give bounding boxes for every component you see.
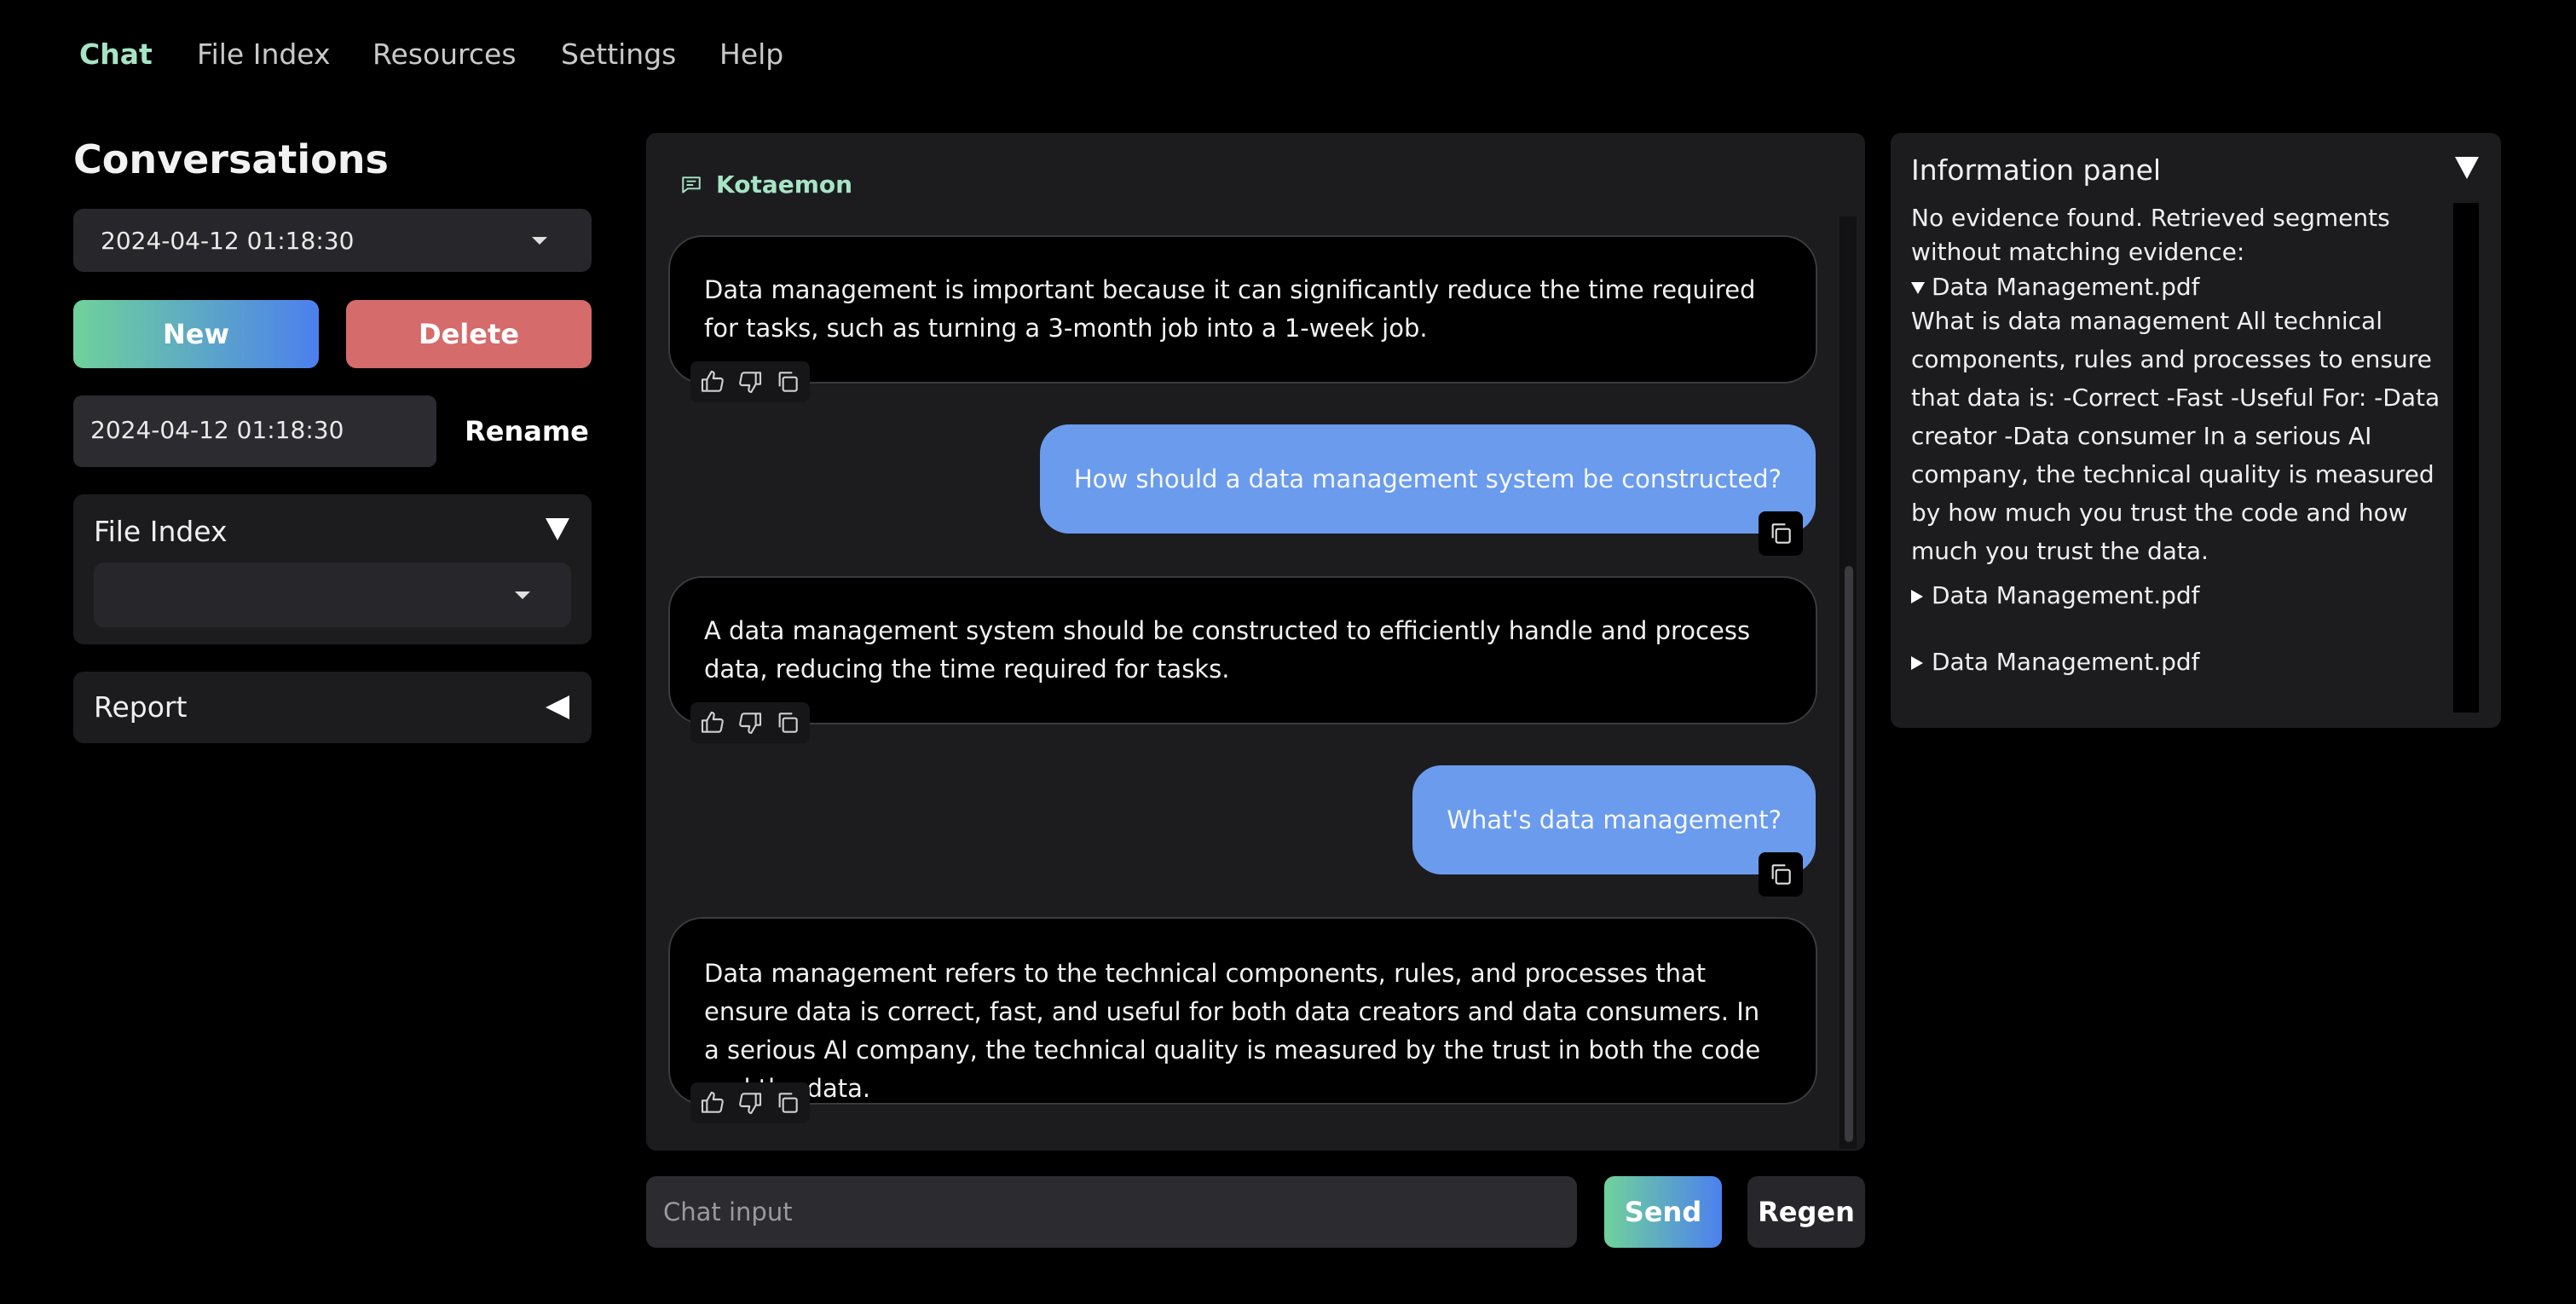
collapse-toggle-icon[interactable] (2455, 157, 2479, 179)
collapse-toggle-icon[interactable] (546, 518, 569, 540)
chevron-down-icon (515, 591, 530, 599)
user-message-text: How should a data management system be c… (1073, 464, 1782, 493)
rename-button[interactable]: Rename (459, 401, 595, 462)
chat-scrollbar-thumb[interactable] (1845, 566, 1853, 1142)
tab-resources[interactable]: Resources (373, 38, 517, 71)
no-evidence-text: No evidence found. Retrieved segments wi… (1911, 204, 2390, 266)
thumbs-down-icon[interactable] (736, 368, 764, 395)
message-actions (690, 361, 810, 402)
thumbs-down-icon[interactable] (736, 709, 764, 736)
rename-field[interactable]: 2024-04-12 01:18:30 (73, 395, 436, 467)
chat-input[interactable] (646, 1176, 1577, 1248)
copy-icon[interactable] (774, 1089, 801, 1116)
delete-button[interactable]: Delete (346, 300, 592, 368)
bot-name: Kotaemon (716, 170, 853, 199)
message-actions (690, 1082, 810, 1123)
bot-message: Data management refers to the technical … (668, 917, 1817, 1105)
evidence-content: What is data management All technical co… (1911, 307, 2440, 565)
file-index-label: File Index (94, 515, 228, 548)
bot-message-text: A data management system should be const… (704, 616, 1751, 684)
evidence-file-name: Data Management.pdf (1932, 648, 2200, 676)
info-panel-scrollbar[interactable] (2453, 203, 2479, 713)
bot-message-text: Data management is important because it … (704, 275, 1756, 343)
thumbs-up-icon[interactable] (699, 1089, 726, 1116)
bot-message-text: Data management refers to the technical … (704, 959, 1761, 1103)
new-button[interactable]: New (73, 300, 319, 368)
chat-bubble-icon (682, 176, 701, 193)
copy-icon (1771, 523, 1791, 544)
report-label: Report (94, 690, 188, 724)
chat-header: Kotaemon (680, 170, 852, 199)
evidence-file-name: Data Management.pdf (1932, 273, 2200, 301)
user-copy-button[interactable] (1759, 511, 1803, 556)
tab-settings[interactable]: Settings (561, 38, 676, 71)
expand-toggle-icon[interactable] (546, 695, 569, 719)
file-index-select[interactable] (94, 563, 571, 627)
tab-help[interactable]: Help (719, 38, 783, 71)
user-message: How should a data management system be c… (1039, 424, 1816, 534)
tab-file-index[interactable]: File Index (197, 38, 331, 71)
evidence-collapsed-item[interactable]: Data Management.pdf (1911, 643, 2200, 681)
thumbs-down-icon[interactable] (736, 1089, 764, 1116)
evidence-expanded-header[interactable]: Data Management.pdf (1911, 268, 2200, 306)
thumbs-up-icon[interactable] (699, 368, 726, 395)
copy-icon (1771, 864, 1791, 885)
information-panel-title: Information panel (1911, 153, 2162, 187)
caret-right-icon (1911, 590, 1923, 603)
bot-message: A data management system should be const… (668, 576, 1817, 724)
copy-icon[interactable] (774, 368, 801, 395)
user-message-text: What's data management? (1447, 805, 1782, 834)
conversation-select[interactable]: 2024-04-12 01:18:30 (73, 209, 592, 272)
message-actions (690, 702, 810, 743)
bot-message: Data management is important because it … (668, 235, 1817, 384)
send-button[interactable]: Send (1604, 1176, 1722, 1248)
caret-down-icon (1911, 282, 1925, 294)
regen-button[interactable]: Regen (1747, 1176, 1865, 1248)
user-message: What's data management? (1412, 765, 1816, 874)
thumbs-up-icon[interactable] (699, 709, 726, 736)
caret-right-icon (1911, 656, 1923, 670)
conversation-select-value: 2024-04-12 01:18:30 (101, 226, 355, 255)
evidence-collapsed-item[interactable]: Data Management.pdf (1911, 576, 2200, 614)
copy-icon[interactable] (774, 709, 801, 736)
user-copy-button[interactable] (1759, 852, 1803, 897)
tab-chat[interactable]: Chat (79, 38, 153, 71)
chevron-down-icon (532, 237, 547, 245)
evidence-file-name: Data Management.pdf (1932, 581, 2200, 609)
conversations-title: Conversations (73, 136, 389, 182)
